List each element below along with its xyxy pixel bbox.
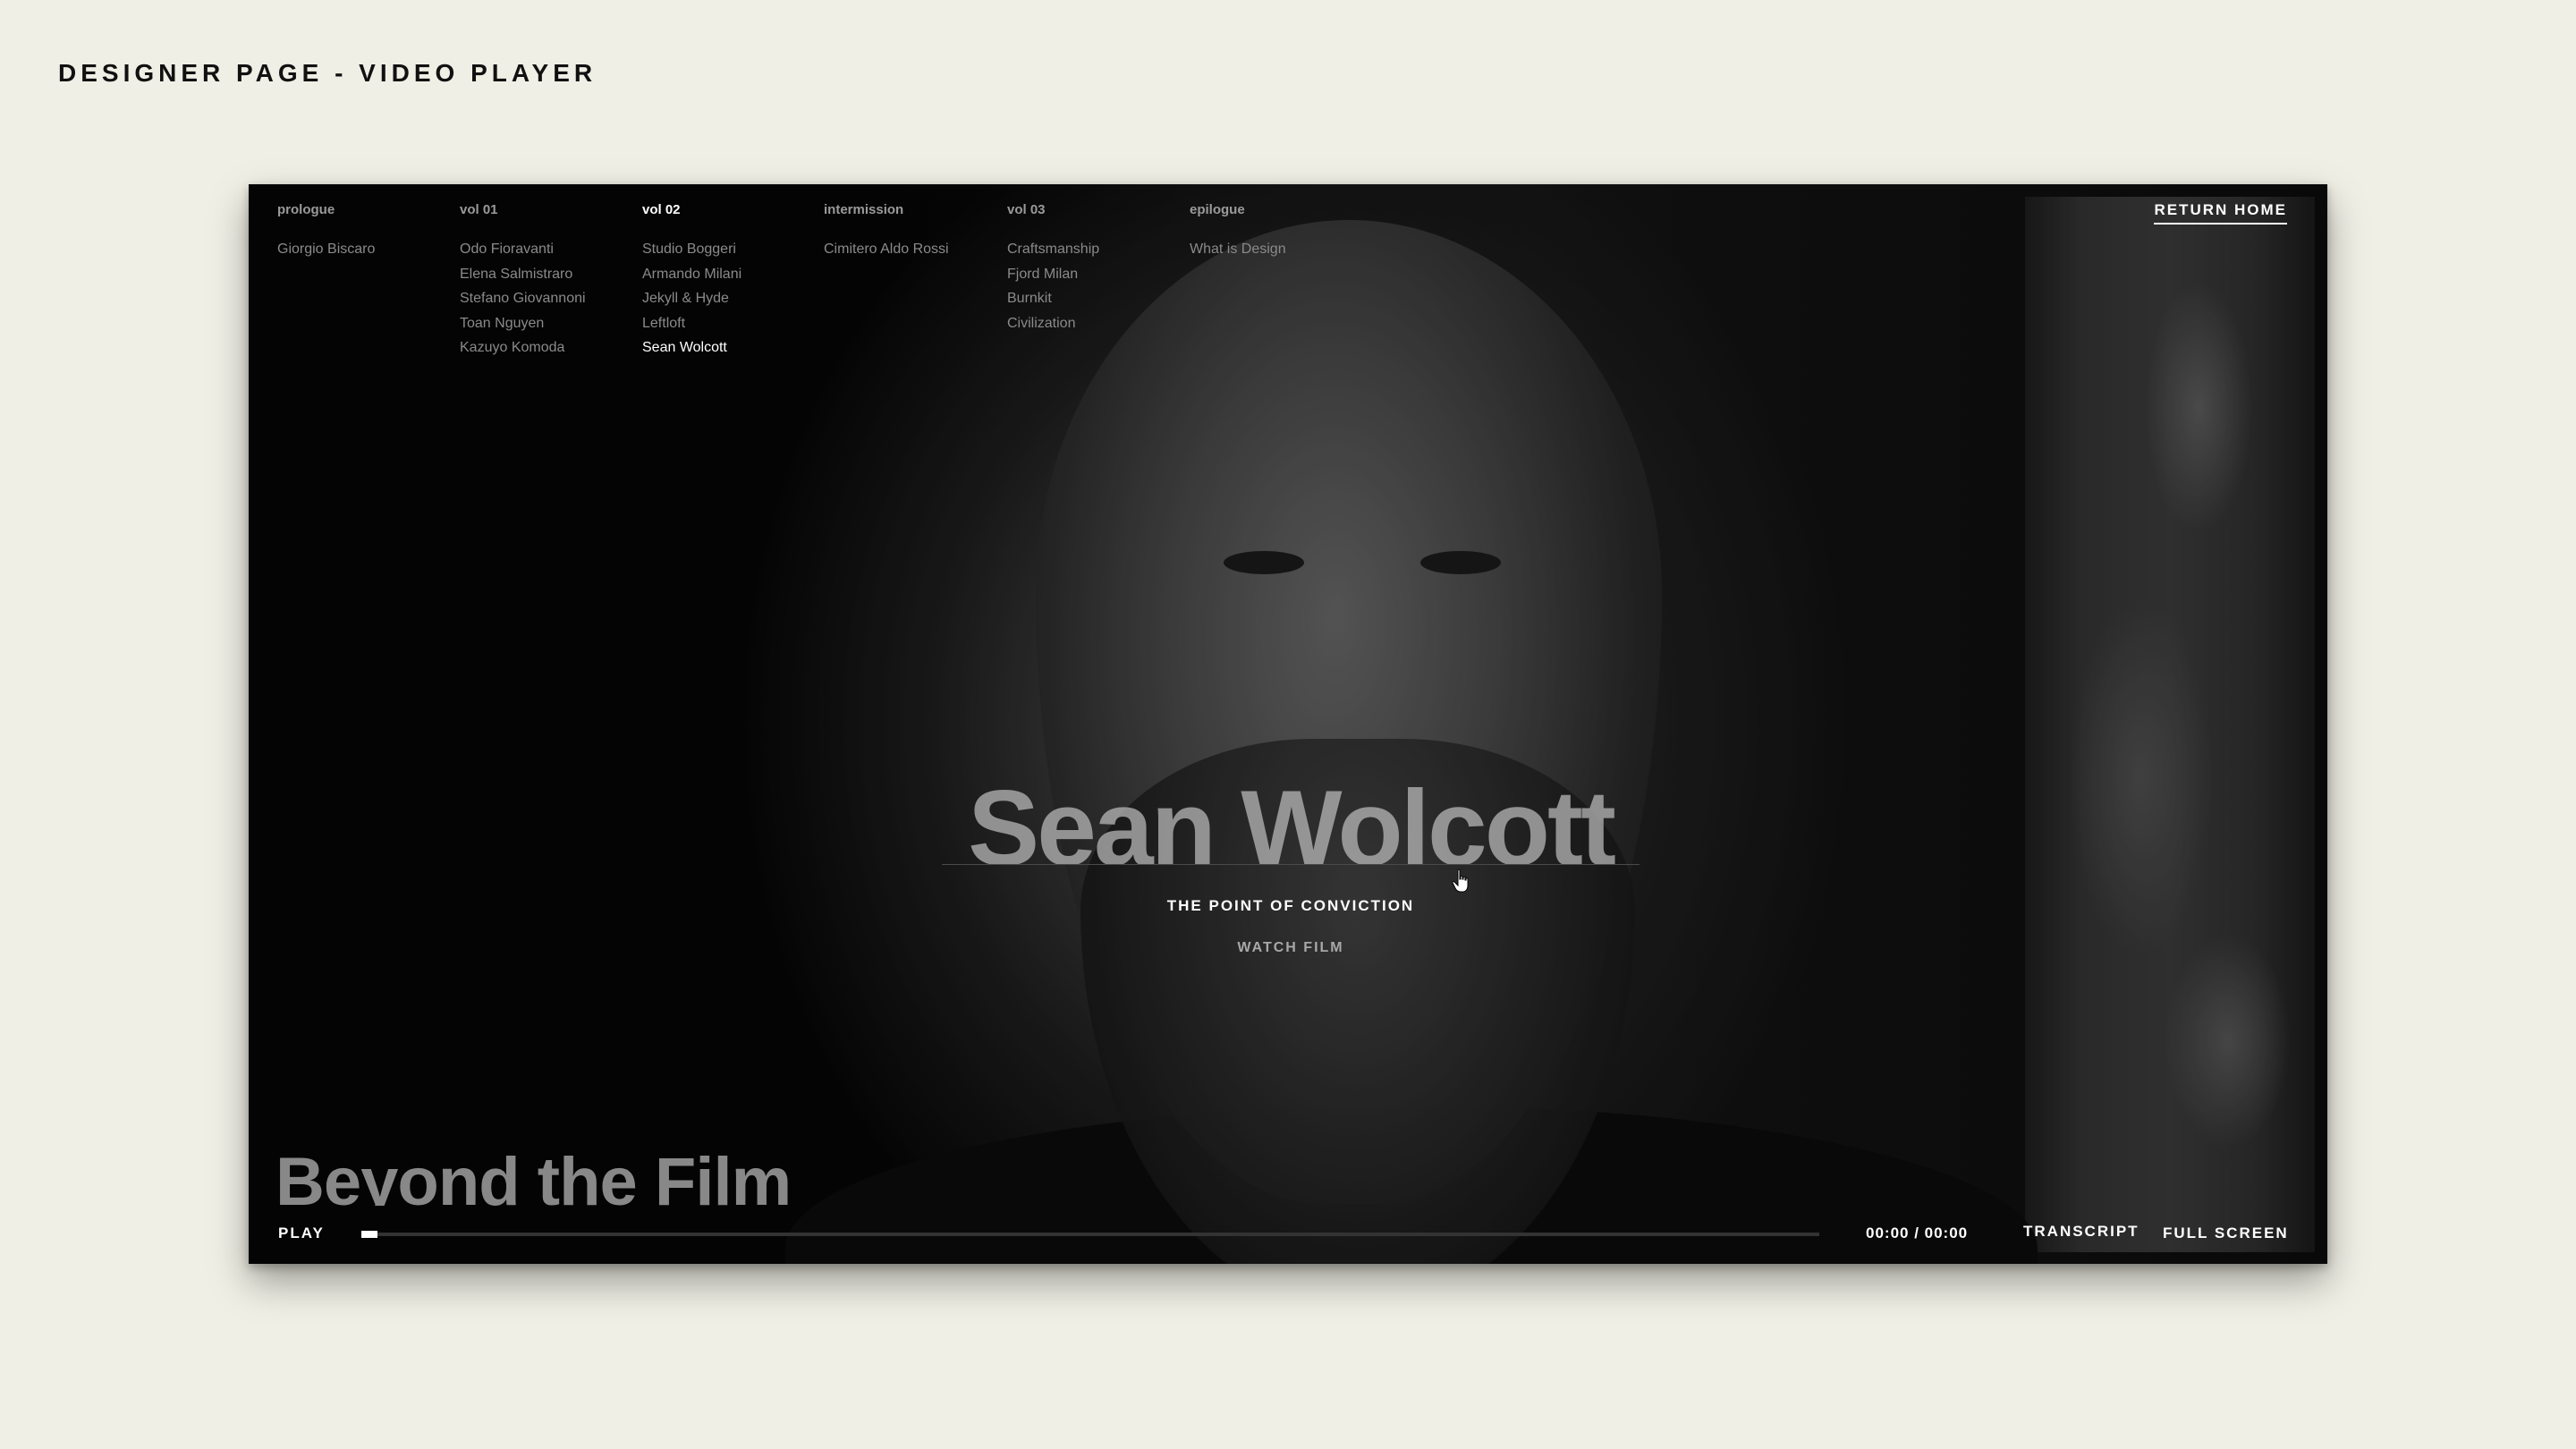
chapter-item[interactable]: Civilization [1007, 311, 1099, 336]
chapter-item-current[interactable]: Sean Wolcott [642, 335, 741, 360]
beyond-the-film-section: Beyond the Film [275, 1132, 902, 1207]
play-button[interactable]: PLAY [278, 1224, 325, 1242]
designer-name: Sean Wolcott [968, 768, 1616, 865]
chapter-vol-02: vol 02 Studio Boggeri Armando Milani Jek… [642, 202, 741, 360]
chapter-heading[interactable]: intermission [824, 202, 949, 217]
chapter-heading[interactable]: vol 02 [642, 202, 741, 217]
chapter-item[interactable]: Elena Salmistraro [460, 262, 586, 287]
chapter-item[interactable]: What is Design [1190, 237, 1286, 262]
chapter-heading[interactable]: vol 03 [1007, 202, 1099, 217]
hand-pointer-icon [1452, 869, 1469, 893]
chapter-item[interactable]: Craftsmanship [1007, 237, 1099, 262]
time-display: 00:00 / 00:00 [1866, 1224, 1969, 1241]
video-player[interactable]: prologue Giorgio Biscaro vol 01 Odo Fior… [249, 184, 2327, 1264]
hero-title: Sean Wolcott [942, 757, 1640, 865]
chapter-heading[interactable]: prologue [277, 202, 375, 217]
watch-film-button[interactable]: WATCH FILM [1183, 940, 1398, 956]
chapter-item[interactable]: Stefano Giovannoni [460, 286, 586, 311]
chapter-epilogue: epilogue What is Design [1190, 202, 1286, 262]
return-home-link[interactable]: RETURN HOME [2154, 201, 2287, 225]
chapter-item[interactable]: Fjord Milan [1007, 262, 1099, 287]
chapter-vol-03: vol 03 Craftsmanship Fjord Milan Burnkit… [1007, 202, 1099, 335]
chapter-item[interactable]: Jekyll & Hyde [642, 286, 741, 311]
film-subtitle: THE POINT OF CONVICTION [1166, 897, 1415, 914]
page-title: DESIGNER PAGE - VIDEO PLAYER [58, 59, 597, 87]
chapter-heading[interactable]: epilogue [1190, 202, 1286, 217]
progress-handle[interactable] [361, 1231, 377, 1238]
chapter-item[interactable]: Cimitero Aldo Rossi [824, 237, 949, 262]
chapter-prologue: prologue Giorgio Biscaro [277, 202, 375, 262]
chapter-item[interactable]: Giorgio Biscaro [277, 237, 375, 262]
beyond-the-film-title: Beyond the Film [275, 1144, 792, 1207]
chapter-item[interactable]: Armando Milani [642, 262, 741, 287]
chapter-vol-01: vol 01 Odo Fioravanti Elena Salmistraro … [460, 202, 586, 360]
transcript-button[interactable]: TRANSCRIPT [2023, 1223, 2140, 1241]
chapter-item[interactable]: Toan Nguyen [460, 311, 586, 336]
progress-bar[interactable] [361, 1231, 1819, 1238]
chapter-intermission: intermission Cimitero Aldo Rossi [824, 202, 949, 262]
chapter-heading[interactable]: vol 01 [460, 202, 586, 217]
chapter-item[interactable]: Kazuyo Komoda [460, 335, 586, 360]
chapter-item[interactable]: Studio Boggeri [642, 237, 741, 262]
chapter-item[interactable]: Burnkit [1007, 286, 1099, 311]
fullscreen-button[interactable]: FULL SCREEN [2163, 1224, 2289, 1242]
chapter-item[interactable]: Leftloft [642, 311, 741, 336]
chapter-item[interactable]: Odo Fioravanti [460, 237, 586, 262]
